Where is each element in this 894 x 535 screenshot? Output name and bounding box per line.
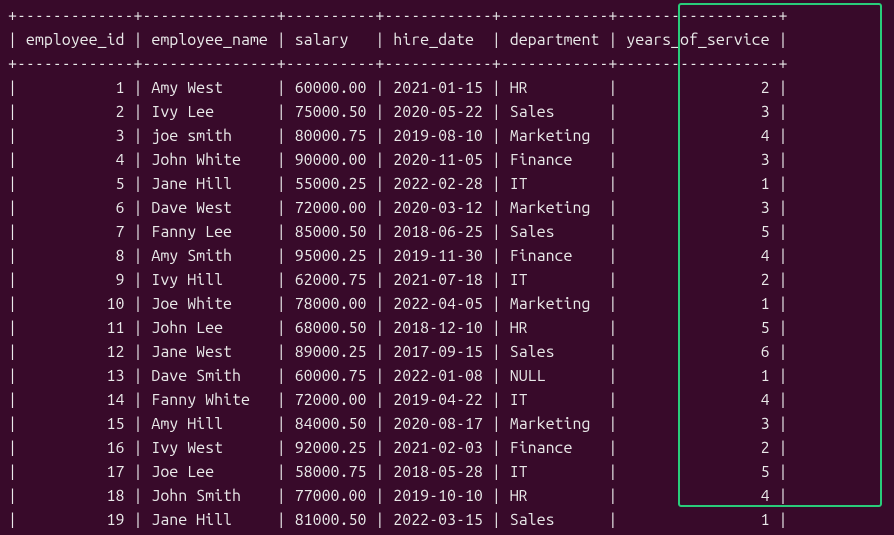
table-border-top: +-------------+---------------+---------… [8,7,788,25]
table-border-mid: +-------------+---------------+---------… [8,55,788,73]
table-data-rows: | 1 | Amy West | 60000.00 | 2021-01-15 |… [8,79,788,535]
table-header-row: | employee_id | employee_name | salary |… [8,31,788,49]
sql-result-table: +-------------+---------------+---------… [0,0,894,535]
